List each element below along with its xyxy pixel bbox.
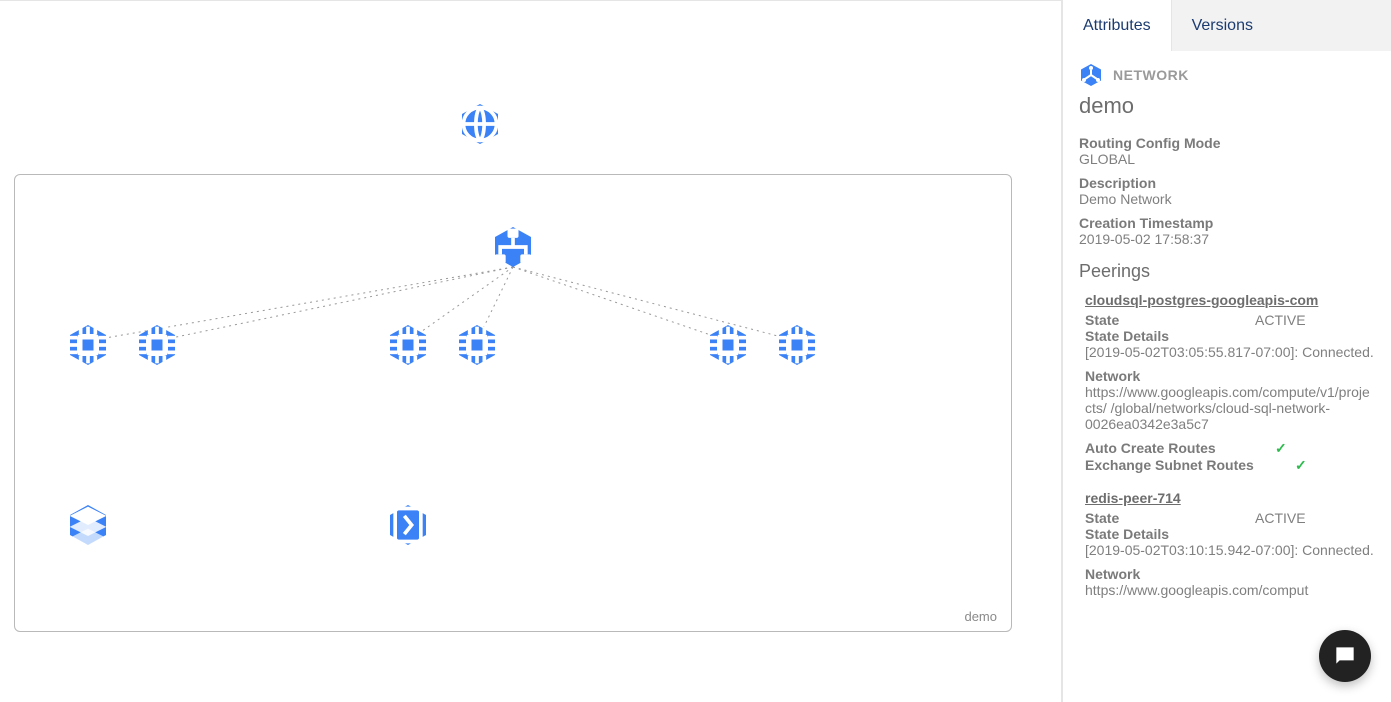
field-value: https://www.googleapis.com/compute/v1/pr… — [1085, 384, 1375, 432]
field-value: ACTIVE — [1255, 510, 1306, 526]
field-label: Auto Create Routes — [1085, 440, 1265, 457]
resource-type-icon — [1079, 63, 1103, 87]
field-label: Routing Config Mode — [1079, 135, 1375, 151]
resource-name: demo — [1079, 93, 1375, 119]
field-value: [2019-05-02T03:10:15.942-07:00]: Connect… — [1085, 542, 1375, 558]
chat-launcher-button[interactable] — [1319, 630, 1371, 682]
tab-versions[interactable]: Versions — [1172, 0, 1273, 51]
field-value: ACTIVE — [1255, 312, 1306, 328]
field-label: Exchange Subnet Routes — [1085, 457, 1285, 474]
compute-instance-icon[interactable] — [66, 323, 110, 367]
peering-name-link[interactable]: redis-peer-714 — [1085, 490, 1375, 506]
details-panel: Attributes Versions NETWORK demo Routing… — [1062, 0, 1391, 702]
field-label: Network — [1085, 368, 1375, 384]
peering-name-link[interactable]: cloudsql-postgres-googleapis-com — [1085, 292, 1375, 308]
diagram-canvas[interactable]: us-east4-a us-east4-b us-east4-c 10.12.1… — [0, 0, 1062, 702]
panel-tabs: Attributes Versions — [1063, 0, 1391, 51]
field-label: Network — [1085, 566, 1375, 582]
tab-label: Versions — [1192, 17, 1253, 35]
field-value: Demo Network — [1079, 191, 1375, 207]
field-label: State — [1085, 312, 1245, 328]
function-icon[interactable] — [386, 503, 430, 547]
field-value: [2019-05-02T03:05:55.817-07:00]: Connect… — [1085, 344, 1375, 360]
field-label: Description — [1079, 175, 1375, 191]
peering-item: cloudsql-postgres-googleapis-com State A… — [1079, 292, 1375, 474]
compute-instance-icon[interactable] — [706, 323, 750, 367]
field-label: State Details — [1085, 328, 1375, 344]
field-label: Creation Timestamp — [1079, 215, 1375, 231]
check-icon: ✓ — [1295, 457, 1307, 474]
compute-instance-icon[interactable] — [386, 323, 430, 367]
tab-attributes[interactable]: Attributes — [1063, 0, 1172, 51]
field-value: 2019-05-02 17:58:37 — [1079, 231, 1375, 247]
field-value: https://www.googleapis.com/comput — [1085, 582, 1375, 598]
storage-stack-icon[interactable] — [66, 503, 110, 547]
field-label: State — [1085, 510, 1245, 526]
dns-node-icon[interactable] — [458, 102, 502, 146]
peerings-heading: Peerings — [1079, 261, 1375, 282]
field-value: GLOBAL — [1079, 151, 1375, 167]
peering-item: redis-peer-714 State ACTIVE State Detail… — [1079, 490, 1375, 598]
compute-instance-icon[interactable] — [135, 323, 179, 367]
tab-label: Attributes — [1083, 17, 1151, 35]
field-label: State Details — [1085, 526, 1375, 542]
check-icon: ✓ — [1275, 440, 1287, 457]
network-hub-icon[interactable] — [491, 225, 535, 269]
resource-type-label: NETWORK — [1113, 67, 1189, 83]
compute-instance-icon[interactable] — [775, 323, 819, 367]
network-label: demo — [964, 609, 997, 624]
compute-instance-icon[interactable] — [455, 323, 499, 367]
